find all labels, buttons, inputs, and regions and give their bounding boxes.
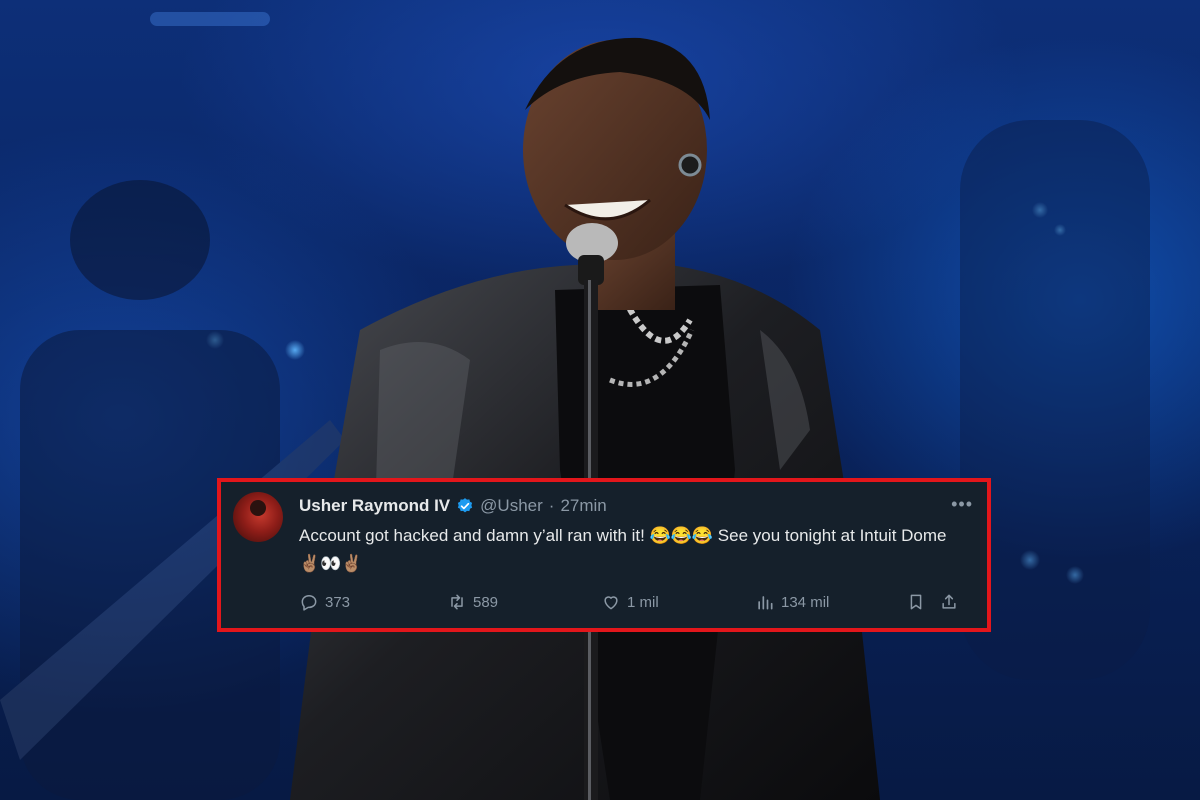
separator-dot: · (548, 496, 555, 515)
tweet-highlight-frame: Usher Raymond IV @Usher · 27min ••• Acco… (217, 478, 991, 632)
tweet-text: Account got hacked and damn y’all ran wi… (299, 526, 947, 573)
retweet-icon (451, 594, 463, 610)
bookmark-icon (910, 594, 922, 610)
verified-badge-icon (458, 498, 473, 513)
like-icon (604, 596, 618, 610)
views-button[interactable]: 134 mil (755, 592, 829, 612)
like-button[interactable]: 1 mil (601, 592, 659, 612)
share-button[interactable] (939, 592, 959, 612)
more-options-icon[interactable]: ••• (951, 494, 973, 515)
retweet-button[interactable]: 589 (447, 592, 498, 612)
concert-photo (0, 0, 1200, 800)
reply-button[interactable]: 373 (299, 592, 350, 612)
retweet-count: 589 (473, 593, 499, 611)
tweet-header: Usher Raymond IV @Usher · 27min (299, 494, 607, 518)
tweet-card: Usher Raymond IV @Usher · 27min ••• Acco… (221, 482, 987, 628)
views-count: 134 mil (781, 593, 830, 611)
tweet-actions: 373 589 1 mil 134 mil (299, 592, 969, 616)
reply-count: 373 (325, 593, 351, 611)
bookmark-button[interactable] (906, 592, 926, 612)
avatar[interactable] (233, 492, 283, 542)
performer-scene (0, 12, 1150, 800)
timestamp[interactable]: 27min (560, 496, 606, 516)
like-count: 1 mil (627, 593, 659, 611)
share-icon (942, 594, 956, 609)
display-name[interactable]: Usher Raymond IV (299, 496, 450, 516)
views-icon (758, 596, 773, 610)
reply-icon (301, 595, 317, 611)
handle[interactable]: @Usher (480, 496, 543, 516)
